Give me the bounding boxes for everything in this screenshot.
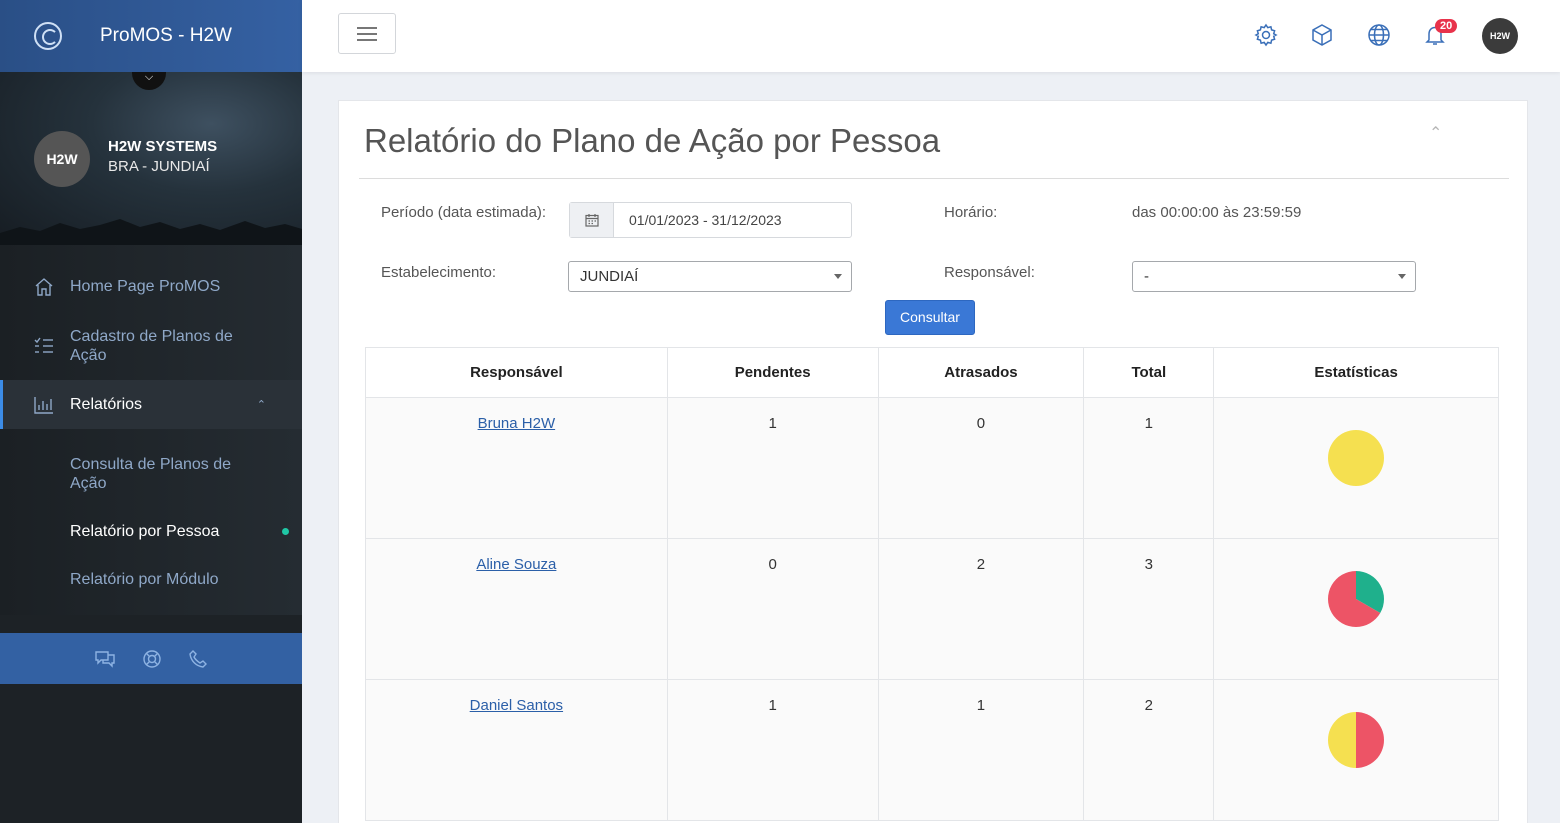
sidebar-item-relatorios[interactable]: Relatórios ⌃: [0, 380, 302, 429]
chevron-up-icon[interactable]: ⌃: [257, 398, 266, 411]
cube-icon[interactable]: [1309, 22, 1335, 48]
page-title: Relatório do Plano de Ação por Pessoa: [364, 122, 941, 159]
cell-responsavel: Daniel Santos: [365, 679, 668, 821]
date-range-value: 01/01/2023 - 31/12/2023: [629, 212, 782, 228]
table-row: Bruna H2W 1 0 1: [365, 397, 1499, 539]
horario-label: Horário:: [944, 204, 998, 221]
sidebar: ProMOS - H2W ⌵ H2W H2W SYSTEMS BRA - JUN…: [0, 0, 302, 823]
chevron-down-icon[interactable]: ⌵: [132, 72, 166, 90]
mountains-silhouette: [0, 219, 302, 245]
cell-atrasados: 0: [877, 397, 1085, 539]
company-location: BRA - JUNDIAÍ: [108, 158, 210, 175]
active-indicator-dot: [282, 528, 289, 535]
cell-responsavel: Bruna H2W: [365, 397, 668, 539]
table-row: Aline Souza 0 2 3: [365, 538, 1499, 680]
sidebar-subitem-relatorio-modulo[interactable]: Relatório por Módulo: [70, 570, 270, 589]
cell-estatisticas: [1213, 538, 1499, 680]
pie-chart[interactable]: [1327, 711, 1385, 769]
responsavel-label: Responsável:: [944, 264, 1035, 281]
sidebar-footer: [0, 633, 302, 684]
caret-down-icon: [834, 274, 842, 279]
menu-toggle-button[interactable]: [338, 13, 396, 54]
responsavel-link[interactable]: Aline Souza: [476, 556, 556, 573]
sidebar-subitem-relatorio-pessoa[interactable]: Relatório por Pessoa: [70, 522, 270, 541]
pie-slice[interactable]: [1356, 712, 1385, 768]
consultar-button[interactable]: Consultar: [885, 300, 975, 335]
cell-atrasados: 2: [877, 538, 1085, 680]
column-header[interactable]: Responsável: [365, 347, 668, 398]
user-avatar[interactable]: H2W: [1482, 18, 1518, 54]
divider: [359, 178, 1509, 179]
sidebar-item-cadastro[interactable]: Cadastro de Planos de Ação: [0, 317, 302, 375]
estabelecimento-select[interactable]: JUNDIAÍ: [568, 261, 852, 292]
estabelecimento-selected: JUNDIAÍ: [580, 268, 639, 285]
cell-pendentes: 1: [666, 397, 879, 539]
chat-icon[interactable]: [94, 649, 116, 669]
column-header[interactable]: Total: [1083, 347, 1215, 398]
column-header[interactable]: Atrasados: [877, 347, 1085, 398]
list-check-icon: [33, 335, 55, 357]
date-range-input[interactable]: 01/01/2023 - 31/12/2023: [569, 202, 852, 238]
column-header[interactable]: Pendentes: [666, 347, 879, 398]
horario-value: das 00:00:00 às 23:59:59: [1132, 204, 1302, 221]
cell-estatisticas: [1213, 679, 1499, 821]
cell-total: 1: [1083, 397, 1215, 539]
cell-pendentes: 0: [666, 538, 879, 680]
table-header-row: Responsável Pendentes Atrasados Total Es…: [365, 347, 1499, 398]
report-card: Relatório do Plano de Ação por Pessoa ⌃ …: [338, 100, 1528, 823]
app-title[interactable]: ProMOS - H2W: [100, 25, 232, 47]
report-table: Responsável Pendentes Atrasados Total Es…: [365, 347, 1499, 821]
sidebar-nav: Home Page ProMOS Cadastro de Planos de A…: [0, 245, 302, 615]
cell-responsavel: Aline Souza: [365, 538, 668, 680]
cell-pendentes: 1: [666, 679, 879, 821]
profile-panel: ⌵ H2W H2W SYSTEMS BRA - JUNDIAÍ: [0, 72, 302, 245]
caret-down-icon: [1398, 274, 1406, 279]
lifebuoy-icon[interactable]: [142, 649, 162, 669]
column-header: Estatísticas: [1213, 347, 1499, 398]
phone-icon[interactable]: [188, 649, 208, 669]
sidebar-item-home[interactable]: Home Page ProMOS: [0, 263, 302, 311]
sidebar-item-label: Cadastro de Planos de Ação: [70, 328, 233, 364]
gear-icon[interactable]: [1253, 22, 1279, 48]
speedometer-logo-icon[interactable]: [34, 22, 62, 50]
pie-slice[interactable]: [1328, 430, 1385, 486]
cell-estatisticas: [1213, 397, 1499, 539]
sidebar-item-label: Home Page ProMOS: [70, 278, 221, 295]
bar-chart-icon: [33, 394, 55, 416]
responsavel-link[interactable]: Bruna H2W: [478, 415, 556, 432]
avatar[interactable]: H2W: [34, 131, 90, 187]
chevron-up-icon[interactable]: ⌃: [1429, 123, 1442, 143]
company-name: H2W SYSTEMS: [108, 138, 218, 155]
sidebar-subitem-consulta[interactable]: Consulta de Planos de Ação: [70, 455, 270, 493]
periodo-label: Período (data estimada):: [381, 204, 547, 221]
estabelecimento-label: Estabelecimento:: [381, 264, 497, 281]
table-row: Daniel Santos 1 1 2: [365, 679, 1499, 821]
responsavel-select[interactable]: -: [1132, 261, 1416, 292]
responsavel-link[interactable]: Daniel Santos: [470, 697, 563, 714]
cell-total: 3: [1083, 538, 1215, 680]
cell-total: 2: [1083, 679, 1215, 821]
notification-badge: 20: [1435, 19, 1458, 33]
pie-slice[interactable]: [1328, 712, 1357, 768]
pie-chart[interactable]: [1327, 429, 1385, 487]
sidebar-item-label: Relatórios: [70, 395, 143, 413]
brand-bar: ProMOS - H2W: [0, 0, 302, 72]
globe-icon[interactable]: [1366, 22, 1392, 48]
pie-chart[interactable]: [1327, 570, 1385, 628]
calendar-icon: [570, 203, 614, 237]
responsavel-selected: -: [1144, 268, 1149, 285]
cell-atrasados: 1: [877, 679, 1085, 821]
home-icon: [33, 276, 55, 298]
